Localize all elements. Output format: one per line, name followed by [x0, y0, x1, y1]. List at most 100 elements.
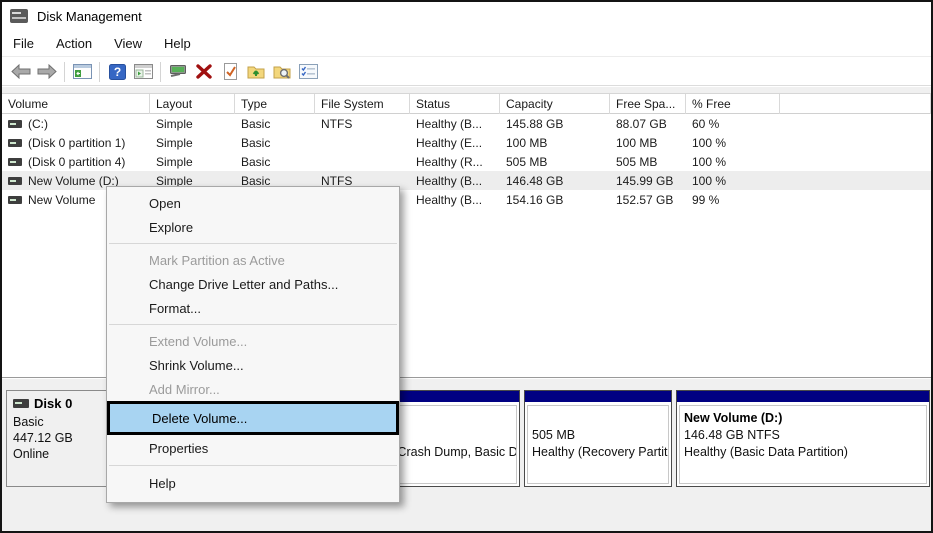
- volume-list-header: VolumeLayoutTypeFile SystemStatusCapacit…: [2, 94, 931, 114]
- delete-icon[interactable]: [191, 60, 217, 84]
- cell-percent-free: 99 %: [686, 190, 780, 209]
- menubar-item-action[interactable]: Action: [45, 32, 103, 55]
- menubar-item-view[interactable]: View: [103, 32, 153, 55]
- cell-volume: (C:): [28, 117, 48, 131]
- menu-item-extend-volume: Extend Volume...: [107, 329, 399, 353]
- cell-capacity: 145.88 GB: [500, 114, 610, 133]
- disk-type: Basic: [13, 414, 104, 430]
- toolbar-separator: [160, 62, 161, 82]
- cell-capacity: 100 MB: [500, 133, 610, 152]
- menubar-item-file[interactable]: File: [2, 32, 45, 55]
- menubar-item-help[interactable]: Help: [153, 32, 202, 55]
- cell-free-space: 100 MB: [610, 133, 686, 152]
- column-header-file-system[interactable]: File System: [315, 94, 410, 114]
- table-row[interactable]: (Disk 0 partition 4) Simple Basic Health…: [2, 152, 931, 171]
- cell-percent-free: 100 %: [686, 152, 780, 171]
- cell-status: Healthy (B...: [410, 190, 500, 209]
- volume-icon: [8, 139, 22, 147]
- table-row[interactable]: (C:) Simple Basic NTFS Healthy (B... 145…: [2, 114, 931, 133]
- cell-free-space: 152.57 GB: [610, 190, 686, 209]
- volume-icon: [8, 120, 22, 128]
- menu-separator: [109, 324, 397, 325]
- column-header-type[interactable]: Type: [235, 94, 315, 114]
- cell-free-space: 145.99 GB: [610, 171, 686, 190]
- svg-text:?: ?: [113, 65, 120, 79]
- cell-volume: (Disk 0 partition 1): [28, 136, 125, 150]
- menu-item-open[interactable]: Open: [107, 191, 399, 215]
- folder-up-icon[interactable]: [243, 60, 269, 84]
- cell-capacity: 146.48 GB: [500, 171, 610, 190]
- window-title: Disk Management: [37, 9, 142, 24]
- cell-capacity: 505 MB: [500, 152, 610, 171]
- menu-item-format[interactable]: Format...: [107, 296, 399, 320]
- partition-recovery[interactable]: 505 MB Healthy (Recovery Partition): [524, 390, 672, 487]
- volume-icon: [8, 177, 22, 185]
- toolbar-strip: [2, 87, 931, 94]
- partition-d[interactable]: New Volume (D:) 146.48 GB NTFS Healthy (…: [676, 390, 930, 487]
- menu-item-shrink-volume[interactable]: Shrink Volume...: [107, 353, 399, 377]
- column-header-capacity[interactable]: Capacity: [500, 94, 610, 114]
- cell-layout: Simple: [150, 133, 235, 152]
- menu-bar: FileActionViewHelp: [2, 30, 931, 57]
- cell-file-system: [315, 152, 410, 171]
- volume-icon: [8, 158, 22, 166]
- cell-percent-free: 60 %: [686, 114, 780, 133]
- disk-status: Online: [13, 446, 104, 462]
- toolbar-separator: [64, 62, 65, 82]
- menu-item-help[interactable]: Help: [107, 470, 399, 496]
- properties-list-icon[interactable]: [295, 60, 321, 84]
- volume-icon: [8, 196, 22, 204]
- menu-item-properties[interactable]: Properties: [107, 435, 399, 461]
- menu-item-mark-partition-as-active: Mark Partition as Active: [107, 248, 399, 272]
- partition-color-band: [677, 391, 929, 402]
- column-header-status[interactable]: Status: [410, 94, 500, 114]
- column-header-layout[interactable]: Layout: [150, 94, 235, 114]
- menu-item-delete-volume[interactable]: Delete Volume...: [107, 401, 399, 435]
- cell-capacity: 154.16 GB: [500, 190, 610, 209]
- forward-icon[interactable]: [34, 60, 60, 84]
- toolbar-separator: [99, 62, 100, 82]
- disk-size: 447.12 GB: [13, 430, 104, 446]
- cell-free-space: 88.07 GB: [610, 114, 686, 133]
- cell-type: Basic: [235, 133, 315, 152]
- column-header---free[interactable]: % Free: [686, 94, 780, 114]
- cell-file-system: [315, 133, 410, 152]
- computer-icon[interactable]: [165, 60, 191, 84]
- menu-separator: [109, 465, 397, 466]
- cell-free-space: 505 MB: [610, 152, 686, 171]
- disk-management-window: Disk Management FileActionViewHelp ?: [0, 0, 933, 533]
- cell-status: Healthy (B...: [410, 171, 500, 190]
- context-menu: OpenExplore Mark Partition as ActiveChang…: [106, 186, 400, 503]
- help-icon[interactable]: ?: [104, 60, 130, 84]
- cell-file-system: NTFS: [315, 114, 410, 133]
- cell-volume: (Disk 0 partition 4): [28, 155, 125, 169]
- cell-status: Healthy (B...: [410, 114, 500, 133]
- column-header-volume[interactable]: Volume: [2, 94, 150, 114]
- cell-percent-free: 100 %: [686, 171, 780, 190]
- menu-item-add-mirror: Add Mirror...: [107, 377, 399, 401]
- back-icon[interactable]: [8, 60, 34, 84]
- action-pane-icon[interactable]: [130, 60, 156, 84]
- disk-name: Disk 0: [34, 396, 72, 411]
- disk-icon: [13, 399, 29, 408]
- menu-separator: [109, 243, 397, 244]
- cell-type: Basic: [235, 114, 315, 133]
- cell-layout: Simple: [150, 114, 235, 133]
- title-bar: Disk Management: [2, 2, 931, 30]
- cell-volume: New Volume: [28, 193, 95, 207]
- partition-color-band: [525, 391, 671, 402]
- check-document-icon[interactable]: [217, 60, 243, 84]
- cell-status: Healthy (R...: [410, 152, 500, 171]
- column-header-filler: [780, 94, 931, 114]
- folder-find-icon[interactable]: [269, 60, 295, 84]
- menu-item-explore[interactable]: Explore: [107, 215, 399, 239]
- disk-management-app-icon: [10, 9, 28, 23]
- cell-layout: Simple: [150, 152, 235, 171]
- cell-type: Basic: [235, 152, 315, 171]
- column-header-free-spa---[interactable]: Free Spa...: [610, 94, 686, 114]
- table-row[interactable]: (Disk 0 partition 1) Simple Basic Health…: [2, 133, 931, 152]
- toolbar: ?: [2, 58, 931, 86]
- show-console-tree-icon[interactable]: [69, 60, 95, 84]
- disk0-header-box[interactable]: Disk 0 Basic 447.12 GB Online: [6, 390, 111, 487]
- menu-item-change-drive-letter-and-paths[interactable]: Change Drive Letter and Paths...: [107, 272, 399, 296]
